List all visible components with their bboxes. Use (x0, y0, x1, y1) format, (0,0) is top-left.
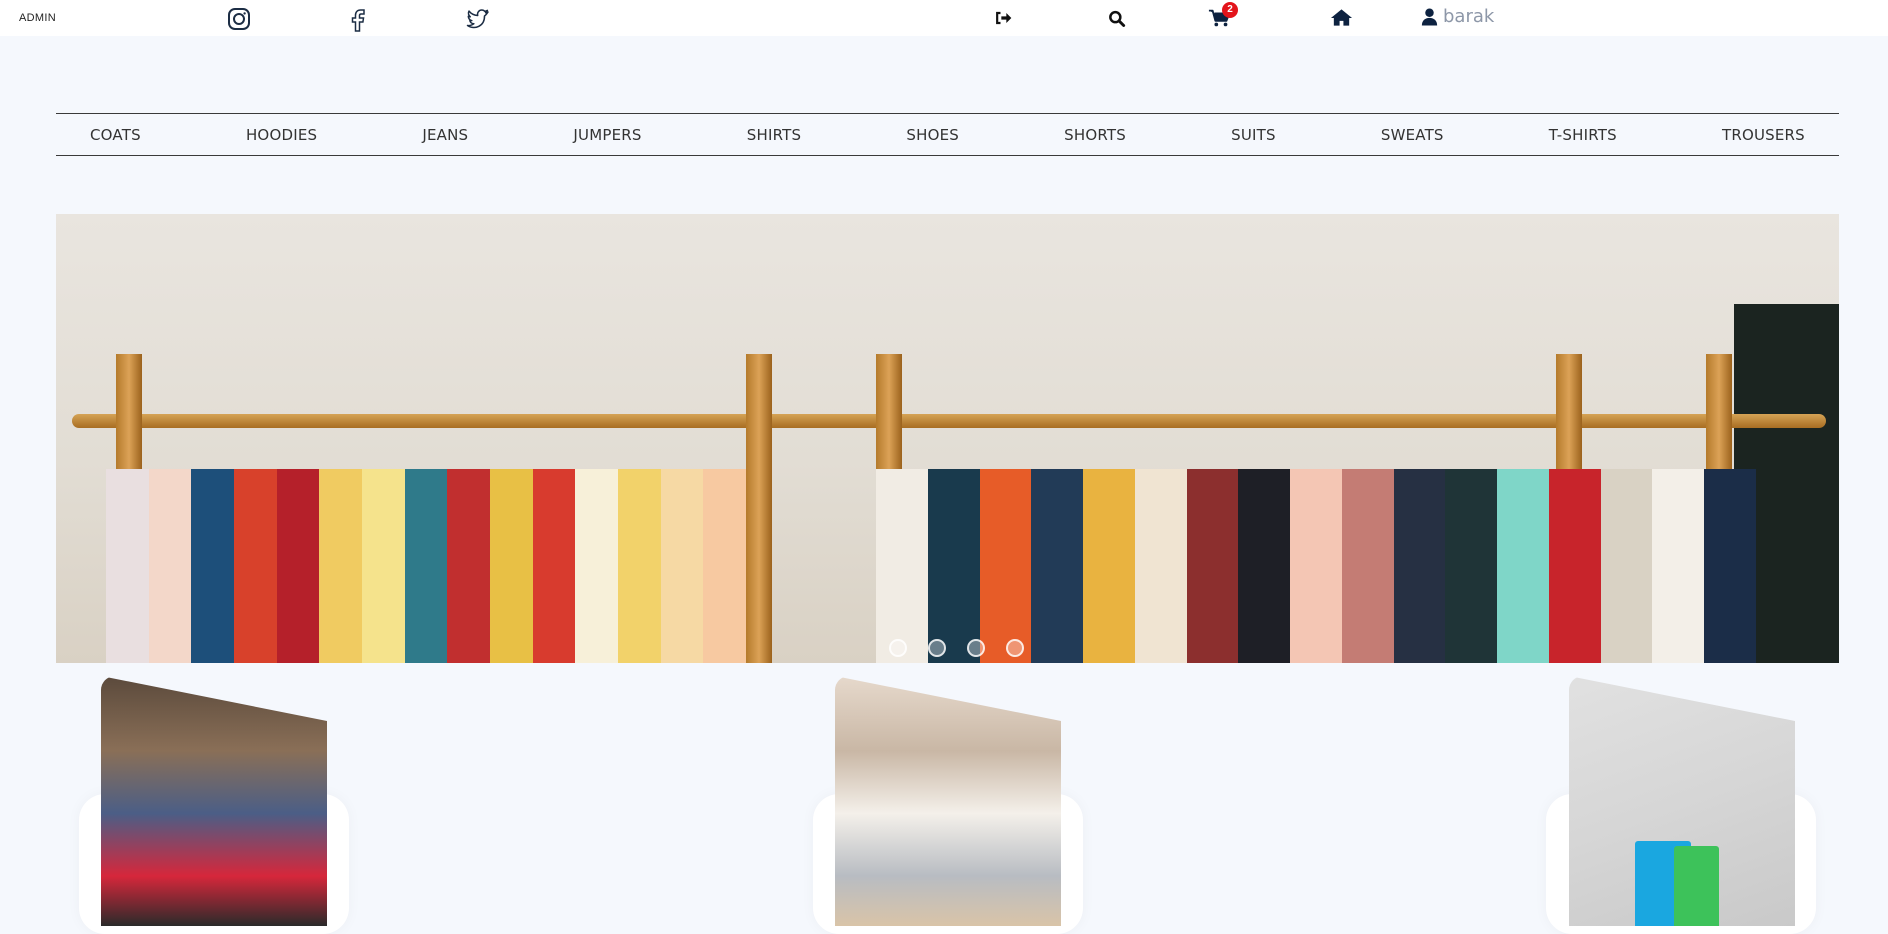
carousel-dot[interactable] (967, 639, 985, 657)
feature-card-image[interactable] (835, 676, 1061, 926)
user-icon[interactable] (1421, 6, 1438, 30)
carousel-indicators (889, 639, 1024, 657)
top-bar: ADMIN 2 barak (0, 0, 1888, 36)
category-link-t-shirts[interactable]: T-SHIRTS (1549, 126, 1617, 144)
instagram-icon[interactable] (226, 6, 252, 32)
feature-card-image[interactable] (1569, 676, 1795, 926)
cart-count-badge: 2 (1222, 2, 1238, 18)
feature-card-image[interactable] (101, 676, 327, 926)
hero-rack-post (746, 354, 772, 663)
home-icon[interactable] (1330, 6, 1353, 30)
carousel-dot[interactable] (1006, 639, 1024, 657)
category-link-jeans[interactable]: JEANS (422, 126, 468, 144)
shopping-bag-illustration (1674, 846, 1719, 926)
twitter-icon[interactable] (465, 6, 491, 32)
category-link-trousers[interactable]: TROUSERS (1722, 126, 1805, 144)
hero-rack-rail-right (916, 414, 1826, 428)
category-link-shirts[interactable]: SHIRTS (747, 126, 801, 144)
category-link-coats[interactable]: COATS (90, 126, 141, 144)
category-link-shorts[interactable]: SHORTS (1064, 126, 1126, 144)
hero-garments-right (876, 469, 1757, 663)
category-link-sweats[interactable]: SWEATS (1381, 126, 1444, 144)
category-link-hoodies[interactable]: HOODIES (246, 126, 317, 144)
hero-garments-left (106, 469, 747, 663)
admin-link[interactable]: ADMIN (19, 12, 56, 24)
user-name[interactable]: barak (1443, 6, 1494, 27)
carousel-dot[interactable] (928, 639, 946, 657)
carousel-dot[interactable] (889, 639, 907, 657)
category-link-shoes[interactable]: SHOES (906, 126, 959, 144)
hero-carousel-image (56, 214, 1839, 663)
search-icon[interactable] (1107, 6, 1127, 30)
sign-out-icon[interactable] (993, 6, 1013, 30)
facebook-icon[interactable] (346, 6, 372, 32)
category-nav: COATS HOODIES JEANS JUMPERS SHIRTS SHOES… (56, 113, 1839, 156)
category-link-suits[interactable]: SUITS (1231, 126, 1276, 144)
category-link-jumpers[interactable]: JUMPERS (573, 126, 641, 144)
